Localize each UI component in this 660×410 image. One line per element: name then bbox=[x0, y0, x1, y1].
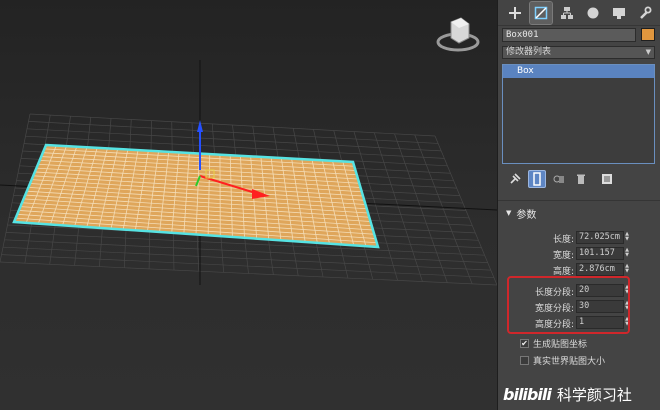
length-spinner[interactable]: ▲ ▼ bbox=[624, 232, 630, 243]
remove-modifier-button[interactable] bbox=[572, 170, 590, 188]
gizmo-z-arrow[interactable] bbox=[197, 120, 203, 132]
object-color-swatch[interactable] bbox=[641, 28, 655, 41]
bilibili-logo: bilibili bbox=[503, 384, 552, 404]
home-grid-line bbox=[1, 254, 494, 278]
collapse-triangle-icon: ▼ bbox=[506, 209, 512, 217]
parameters-title: 参数 bbox=[516, 209, 537, 221]
motion-tab[interactable] bbox=[582, 2, 604, 24]
hierarchy-tab[interactable] bbox=[556, 2, 578, 24]
width-field[interactable]: 101.157 bbox=[576, 247, 624, 260]
length-field[interactable]: 72.025cm bbox=[576, 231, 624, 244]
modify-tab[interactable] bbox=[529, 0, 553, 25]
display-tab[interactable] bbox=[608, 2, 630, 24]
segments-highlight-box bbox=[507, 276, 630, 334]
stack-item-box[interactable]: Box bbox=[503, 65, 654, 78]
viewcube[interactable] bbox=[436, 17, 480, 52]
display-icon bbox=[613, 7, 625, 19]
command-panel-tabs bbox=[498, 0, 660, 26]
show-end-result-icon bbox=[533, 172, 541, 186]
trash-icon bbox=[577, 174, 585, 184]
home-grid-line bbox=[414, 134, 473, 284]
watermark-text: 科学颜习社 bbox=[556, 385, 632, 404]
chevron-down-icon: ▼ bbox=[645, 48, 651, 56]
make-unique-button[interactable] bbox=[550, 170, 568, 188]
command-panel: Box001 修改器列表 ▼ Box ▼ 参数 长度: 72.025cm ▲ ▼… bbox=[497, 0, 660, 410]
modifier-stack[interactable]: Box bbox=[502, 64, 655, 164]
utilities-tab[interactable] bbox=[634, 2, 656, 24]
viewport-scene bbox=[0, 17, 497, 286]
width-label: 宽度: bbox=[552, 251, 574, 261]
home-grid-line bbox=[434, 135, 497, 286]
modifier-list-dropdown[interactable]: 修改器列表 ▼ bbox=[502, 46, 655, 59]
length-param: 长度: 72.025cm ▲ ▼ bbox=[500, 231, 658, 246]
watermark: bilibili 科学颜习社 bbox=[503, 381, 660, 407]
home-grid-line bbox=[0, 261, 497, 286]
generate-mapping-checkbox[interactable]: ✔ bbox=[520, 338, 529, 348]
home-grid-line bbox=[394, 133, 448, 283]
width-param: 宽度: 101.157 ▲ ▼ bbox=[500, 247, 658, 262]
generate-mapping-checkbox-row[interactable]: ✔ 生成贴图坐标 bbox=[520, 336, 587, 350]
perspective-viewport[interactable] bbox=[0, 0, 497, 410]
real-world-size-checkbox-row[interactable]: 真实世界贴图大小 bbox=[520, 353, 605, 367]
height-spinner[interactable]: ▲ ▼ bbox=[624, 264, 630, 275]
modify-icon bbox=[534, 6, 548, 19]
create-icon bbox=[509, 6, 521, 19]
home-grid-line bbox=[2, 246, 491, 271]
hierarchy-icon bbox=[561, 6, 573, 19]
length-label: 长度: bbox=[552, 235, 574, 245]
home-grid-line bbox=[4, 239, 488, 263]
real-world-size-label: 真实世界贴图大小 bbox=[533, 356, 606, 367]
width-spinner[interactable]: ▲ ▼ bbox=[624, 248, 630, 259]
make-unique-icon bbox=[553, 175, 564, 183]
panel-divider bbox=[498, 200, 660, 201]
configure-modifier-sets-button[interactable] bbox=[598, 170, 616, 188]
motion-icon bbox=[587, 7, 599, 18]
parameters-rollout-header[interactable]: ▼ 参数 bbox=[500, 205, 658, 221]
utilities-icon bbox=[640, 6, 652, 19]
stack-toolbar bbox=[502, 168, 655, 190]
pin-stack-button[interactable] bbox=[506, 170, 524, 188]
height-field[interactable]: 2.876cm bbox=[576, 263, 624, 276]
pin-icon bbox=[510, 173, 521, 184]
real-world-size-checkbox[interactable] bbox=[520, 355, 529, 365]
create-tab[interactable] bbox=[504, 2, 526, 24]
generate-mapping-label: 生成贴图坐标 bbox=[533, 339, 588, 350]
box-object[interactable] bbox=[12, 143, 380, 249]
show-end-result-button[interactable] bbox=[528, 170, 546, 188]
object-name-field[interactable]: Box001 bbox=[502, 28, 636, 42]
modifier-list-label: 修改器列表 bbox=[506, 47, 552, 57]
configure-icon bbox=[602, 174, 612, 184]
